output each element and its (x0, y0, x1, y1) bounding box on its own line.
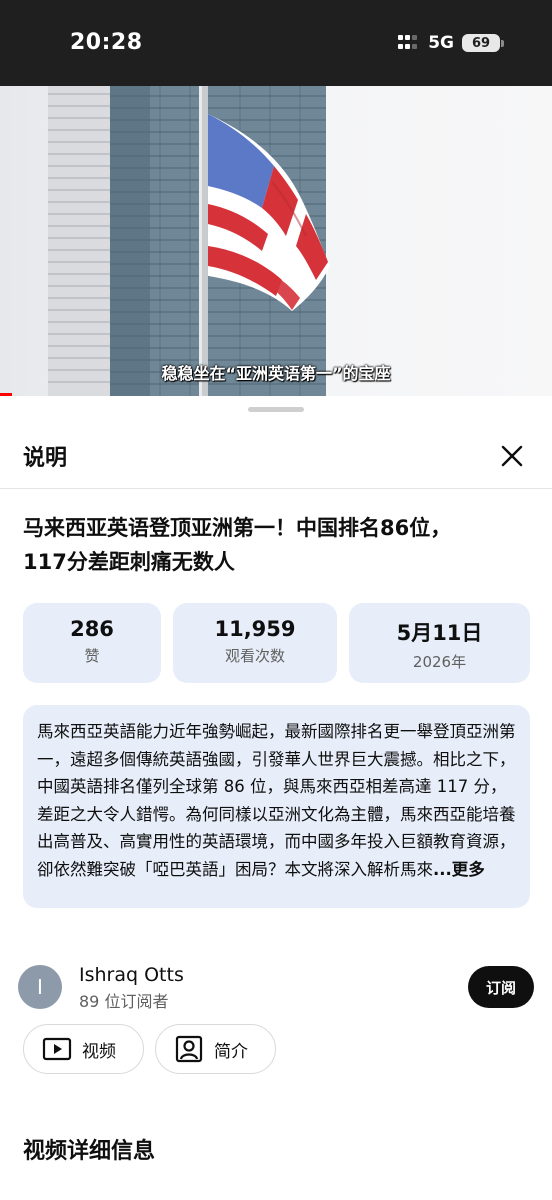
publish-date-stat[interactable]: 5月11日 2026年 (349, 603, 530, 683)
close-icon (501, 445, 523, 467)
signal-icon (398, 35, 420, 51)
more-link[interactable]: ...更多 (433, 860, 485, 879)
video-caption: 稳稳坐在“亚洲英语第一”的宝座 (161, 364, 391, 383)
battery-icon: 69 (462, 34, 504, 52)
channel-name[interactable]: Ishraq Otts (79, 964, 184, 986)
sheet-title: 说明 (23, 446, 68, 471)
video-player[interactable]: 稳稳坐在“亚洲英语第一”的宝座 (0, 86, 552, 396)
likes-stat[interactable]: 286 赞 (23, 603, 161, 683)
views-count: 11,959 (214, 617, 296, 641)
channel-row: I Ishraq Otts 89 位订阅者 订阅 (18, 964, 534, 1011)
app-screen: 20:28 5G 69 稳稳坐在“亚洲英语第一”的宝座 说明 马来西亚英语登顶亚… (0, 0, 552, 1200)
video-details-heading: 视频详细信息 (23, 1139, 156, 1164)
likes-count: 286 (70, 617, 114, 641)
videos-label: 视频 (82, 1041, 116, 1062)
avatar[interactable]: I (18, 965, 62, 1009)
description-body: 馬來西亞英語能力近年強勢崛起，最新國際排名更一舉登頂亞洲第一，遠超多個傳統英語強… (37, 722, 516, 879)
views-stat[interactable]: 11,959 观看次数 (173, 603, 337, 683)
video-title: 马来西亚英语登顶亚洲第一！中国排名86位， 117分差距刺痛无数人 (23, 511, 528, 579)
status-bar: 20:28 5G 69 (0, 0, 552, 86)
description-box[interactable]: 馬來西亞英語能力近年強勢崛起，最新國際排名更一舉登頂亞洲第一，遠超多個傳統英語強… (23, 705, 530, 908)
about-label: 简介 (214, 1041, 248, 1062)
publish-year: 2026年 (412, 653, 467, 671)
about-button[interactable]: 简介 (155, 1024, 276, 1074)
video-title-line: 117分差距刺痛无数人 (23, 550, 235, 574)
status-time: 20:28 (70, 30, 143, 55)
sheet-drag-handle[interactable] (248, 407, 304, 412)
video-progress-bar[interactable] (0, 393, 12, 396)
status-indicators: 5G 69 (398, 33, 504, 53)
close-button[interactable] (494, 438, 530, 474)
profile-icon (172, 1032, 206, 1066)
description-text: 馬來西亞英語能力近年強勢崛起，最新國際排名更一舉登頂亞洲第一，遠超多個傳統英語強… (37, 718, 516, 884)
description-sheet: 说明 马来西亚英语登顶亚洲第一！中国排名86位， 117分差距刺痛无数人 286… (0, 396, 552, 1200)
videos-button[interactable]: 视频 (23, 1024, 144, 1074)
channel-links: 视频 简介 (23, 1024, 533, 1074)
subscribe-button[interactable]: 订阅 (468, 966, 534, 1008)
battery-level: 69 (462, 34, 500, 52)
play-box-icon (40, 1032, 74, 1066)
views-label: 观看次数 (224, 647, 285, 665)
video-title-line: 马来西亚英语登顶亚洲第一！中国排名86位， (23, 516, 452, 540)
sheet-header: 说明 (0, 424, 552, 488)
network-type: 5G (428, 33, 454, 53)
stats-row: 286 赞 11,959 观看次数 5月11日 2026年 (23, 603, 530, 683)
likes-label: 赞 (84, 647, 100, 665)
publish-date: 5月11日 (396, 621, 483, 645)
divider (0, 488, 552, 489)
video-frame (48, 86, 330, 396)
subscriber-count: 89 位订阅者 (79, 992, 169, 1011)
